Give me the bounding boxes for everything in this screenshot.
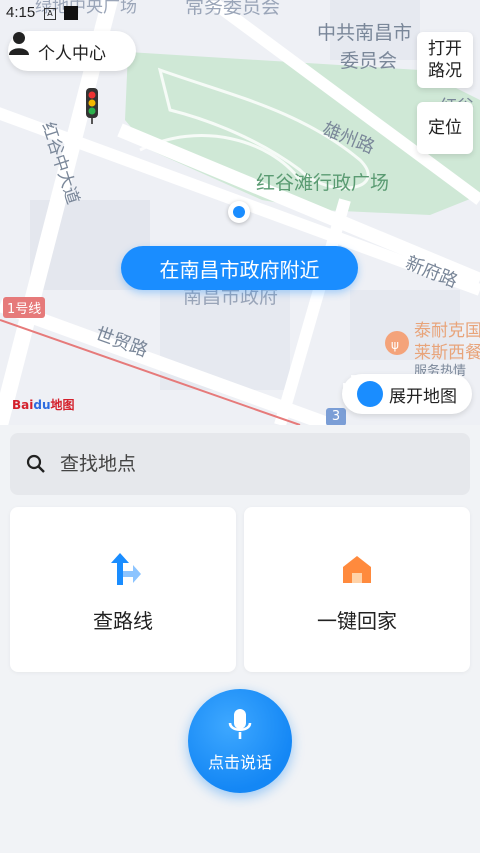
locate-button[interactable]: 定位 [417,102,473,154]
location-text: 在南昌市政府附近 [159,257,320,282]
search-input[interactable] [58,452,422,476]
expand-map-label: 展开地图 [389,386,457,407]
route-arrow-icon [111,553,141,585]
home-icon [343,556,371,583]
map-label-party-2: 委员会 [340,50,398,72]
mic-icon [228,709,252,739]
status-time: 4:15 [6,4,36,21]
route-label: 查路线 [93,609,153,633]
traffic-label-line2: 路况 [428,61,462,81]
status-a-icon: A [44,8,56,20]
traffic-label-line1: 打开 [428,39,462,59]
locate-label: 定位 [428,118,462,138]
expand-icon [343,375,383,407]
baidu-logo: Baidu地图 [12,398,75,412]
voice-label: 点击说话 [207,753,272,772]
traffic-toggle-button[interactable]: 打开 路况 [417,32,473,88]
user-icon [9,32,29,55]
search-icon [26,454,45,473]
expand-map-button[interactable]: 展开地图 [342,374,472,414]
map-label-plaza: 红谷滩行政广场 [256,172,390,194]
road-number-badge: 3 [326,408,346,425]
location-bubble[interactable]: 在南昌市政府附近 [121,246,358,290]
svg-text:ψ: ψ [391,338,399,352]
voice-button[interactable]: 点击说话 [188,689,292,793]
status-bar: 4:15 A [0,0,480,26]
home-card[interactable]: 一键回家 [244,507,470,672]
user-center-button[interactable]: 个人中心 [8,31,136,71]
user-center-label: 个人中心 [38,43,106,64]
home-label: 一键回家 [317,609,397,633]
search-bar[interactable] [10,433,470,495]
current-location-marker [228,201,250,223]
map-view[interactable]: ψ 绿地中央广场 常务委员会 中共南昌市 委员会 雄州路 红谷滩行政广场 红谷中… [0,0,480,425]
metro-line-badge: 1号线 [3,297,46,318]
status-square-icon [64,6,78,20]
route-card[interactable]: 查路线 [10,507,236,672]
traffic-light-icon [86,88,98,124]
